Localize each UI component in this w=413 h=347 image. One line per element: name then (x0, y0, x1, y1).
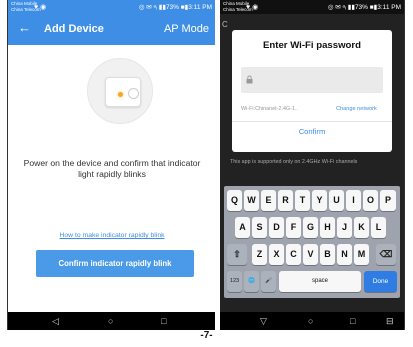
background-letter: C (222, 20, 228, 29)
wifi-network-label: Wi-Fi:Chinanet-2.4G-1.. (241, 106, 298, 112)
nav-home-icon[interactable]: ○ (108, 314, 113, 328)
key-g[interactable]: G (303, 217, 318, 238)
key-p[interactable]: P (380, 190, 396, 211)
backspace-key-icon[interactable]: ⌫ (376, 244, 396, 265)
power-button-icon (128, 88, 139, 99)
key-b[interactable]: B (320, 244, 335, 265)
key-o[interactable]: O (363, 190, 378, 211)
status-bar: China Mobile China Telecom ♥ ◉ ◎ ✉ ᵃᵢ ▮▮… (220, 0, 404, 14)
key-l[interactable]: L (371, 217, 386, 238)
support-note: This app is supported only on 2.4GHz Wi-… (230, 159, 358, 165)
microphone-key-icon[interactable]: 🎤 (261, 271, 276, 292)
key-r[interactable]: R (278, 190, 293, 211)
key-x[interactable]: X (269, 244, 284, 265)
help-link[interactable]: How to make indicator rapidly blink (24, 232, 200, 239)
key-h[interactable]: H (320, 217, 335, 238)
android-nav-bar-left: ◁ ○ □ (8, 312, 215, 330)
dialog-confirm-button[interactable]: Confirm (232, 127, 392, 136)
status-right-info: ◎ ✉ ᵃᵢ ▮▮73% ■▮3:11 PM (327, 4, 401, 11)
page-number: -7- (200, 330, 213, 341)
key-c[interactable]: C (286, 244, 301, 265)
nav-keyboard-hide-icon[interactable]: ⊟ (386, 314, 394, 328)
nav-recents-icon[interactable]: □ (350, 314, 355, 328)
numbers-key[interactable]: 123 (227, 271, 242, 292)
key-k[interactable]: K (354, 217, 369, 238)
add-device-screen: China Mobile China Telecom ♥ ◉ ◎ ✉ ᵃᵢ ▮▮… (8, 0, 215, 312)
wifi-password-screen: China Mobile China Telecom ♥ ◉ ◎ ✉ ᵃᵢ ▮▮… (220, 0, 404, 312)
key-w[interactable]: W (244, 190, 259, 211)
device-icon (105, 77, 141, 107)
key-t[interactable]: T (295, 190, 310, 211)
status-right-info: ◎ ✉ ᵃᵢ ▮▮73% ■▮3:11 PM (138, 4, 212, 11)
key-v[interactable]: V (303, 244, 318, 265)
indicator-light-icon (118, 92, 123, 97)
ap-mode-button[interactable]: AP Mode (164, 23, 209, 35)
password-input[interactable] (241, 67, 383, 93)
key-e[interactable]: E (261, 190, 276, 211)
page-frame-right (404, 0, 405, 330)
android-nav-bar-right: ▽ ○ □ ⊟ (220, 312, 404, 330)
app-header: ← Add Device AP Mode (8, 14, 215, 45)
on-screen-keyboard: Q W E R T Y U I O P A S D F G H J K L ⇧ … (224, 186, 400, 298)
status-icons: ♥ ◉ (34, 4, 47, 11)
dialog-divider (232, 121, 392, 122)
confirm-indicator-button[interactable]: Confirm indicator rapidly blink (36, 250, 194, 277)
instruction-text: Power on the device and confirm that ind… (23, 158, 201, 179)
key-z[interactable]: Z (252, 244, 267, 265)
key-f[interactable]: F (286, 217, 301, 238)
lock-icon (246, 75, 253, 84)
key-y[interactable]: Y (312, 190, 327, 211)
status-icons: ♥ ◉ (246, 4, 259, 11)
key-q[interactable]: Q (227, 190, 242, 211)
done-key[interactable]: Done (364, 271, 397, 292)
nav-recents-icon[interactable]: □ (161, 314, 166, 328)
nav-home-icon[interactable]: ○ (308, 314, 313, 328)
change-network-link[interactable]: Change network (336, 106, 377, 112)
key-u[interactable]: U (329, 190, 344, 211)
dialog-title: Enter Wi-Fi password (263, 40, 361, 51)
key-i[interactable]: I (346, 190, 361, 211)
key-n[interactable]: N (337, 244, 352, 265)
space-key[interactable]: space (279, 271, 361, 292)
key-s[interactable]: S (252, 217, 267, 238)
globe-key-icon[interactable]: 🌐 (244, 271, 259, 292)
shift-key-icon[interactable]: ⇧ (227, 244, 247, 265)
device-illustration (87, 58, 153, 124)
key-j[interactable]: J (337, 217, 352, 238)
key-m[interactable]: M (354, 244, 369, 265)
key-d[interactable]: D (269, 217, 284, 238)
status-bar: China Mobile China Telecom ♥ ◉ ◎ ✉ ᵃᵢ ▮▮… (8, 0, 215, 14)
nav-back-icon[interactable]: ◁ (52, 314, 59, 328)
back-arrow-icon[interactable]: ← (18, 21, 31, 34)
key-a[interactable]: A (235, 217, 250, 238)
wifi-password-dialog: Enter Wi-Fi password Wi-Fi:Chinanet-2.4G… (232, 30, 392, 152)
nav-back-icon[interactable]: ▽ (260, 314, 267, 328)
page-title: Add Device (44, 23, 104, 35)
